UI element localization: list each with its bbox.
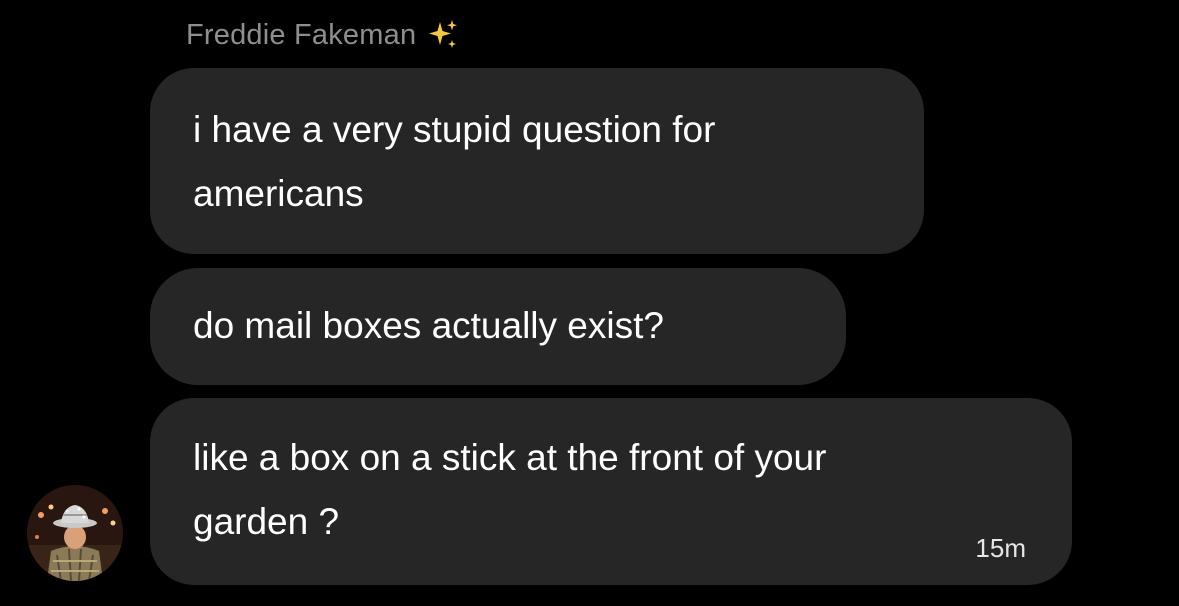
message-text: i have a very stupid question for americ… <box>193 109 716 214</box>
message-bubble[interactable]: i have a very stupid question for americ… <box>150 68 924 254</box>
message-text: do mail boxes actually exist? <box>193 305 664 346</box>
message-text: like a box on a stick at the front of yo… <box>193 437 827 542</box>
avatar-photo <box>27 485 123 581</box>
message-bubble[interactable]: like a box on a stick at the front of yo… <box>150 398 1072 585</box>
sender-header: Freddie Fakeman <box>186 18 460 52</box>
message-timestamp: 15m <box>975 533 1026 563</box>
sparkles-icon <box>426 18 460 52</box>
sender-name[interactable]: Freddie Fakeman <box>186 19 416 52</box>
avatar[interactable] <box>27 485 123 581</box>
message-bubble[interactable]: do mail boxes actually exist? <box>150 268 846 385</box>
